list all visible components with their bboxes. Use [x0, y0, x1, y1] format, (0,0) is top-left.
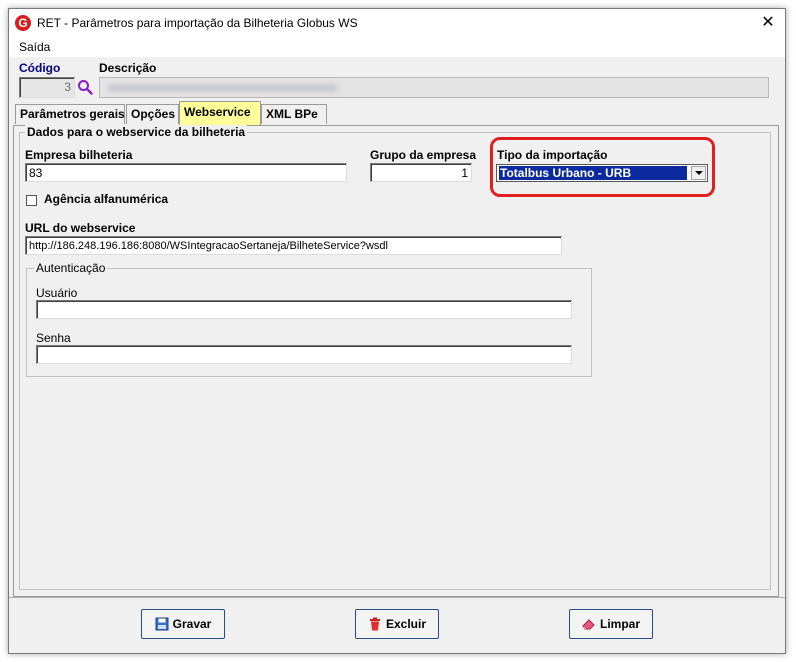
- codigo-label: Código: [19, 61, 61, 75]
- chevron-down-icon[interactable]: [691, 166, 706, 180]
- menu-item-saida[interactable]: Saída: [19, 40, 50, 54]
- auth-group-title: Autenticação: [34, 261, 108, 275]
- grupo-field[interactable]: 1: [370, 163, 472, 182]
- eraser-icon: [582, 619, 595, 630]
- excluir-label: Excluir: [385, 617, 427, 631]
- save-icon: [155, 617, 169, 631]
- url-label: URL do webservice: [25, 221, 136, 235]
- grupo-label: Grupo da empresa: [370, 148, 477, 162]
- codigo-field[interactable]: 3: [19, 77, 75, 98]
- app-logo-icon: G: [15, 15, 31, 31]
- gravar-button[interactable]: Gravar: [141, 609, 225, 639]
- search-icon[interactable]: [77, 79, 93, 95]
- usuario-label: Usuário: [36, 286, 78, 300]
- footer-divider: [9, 597, 785, 598]
- title-bar: G RET - Parâmetros para importação da Bi…: [9, 9, 785, 37]
- limpar-label: Limpar: [599, 617, 640, 631]
- limpar-button[interactable]: Limpar: [569, 609, 653, 639]
- close-button[interactable]: ✕: [751, 9, 785, 37]
- tab-parametros-gerais[interactable]: Parâmetros gerais: [15, 104, 125, 124]
- url-field[interactable]: http://186.248.196.186:8080/WSIntegracao…: [25, 236, 562, 255]
- tab-webservice[interactable]: Webservice: [179, 101, 261, 125]
- senha-label: Senha: [36, 331, 71, 345]
- empresa-label: Empresa bilheteria: [25, 148, 133, 162]
- excluir-button[interactable]: Excluir: [355, 609, 439, 639]
- gravar-label: Gravar: [172, 617, 212, 631]
- webservice-group-title: Dados para o webservice da bilheteria: [25, 125, 248, 139]
- empresa-field[interactable]: 83: [25, 163, 347, 182]
- agencia-label: Agência alfanumérica: [44, 192, 169, 206]
- redacted-text: [108, 84, 338, 92]
- tipo-label: Tipo da importação: [497, 148, 608, 162]
- dialog-window: G RET - Parâmetros para importação da Bi…: [8, 8, 786, 654]
- tipo-importacao-value: Totalbus Urbano - URB: [499, 166, 687, 180]
- window-title: RET - Parâmetros para importação da Bilh…: [37, 16, 358, 30]
- senha-field[interactable]: [36, 345, 572, 364]
- descricao-label: Descrição: [99, 61, 157, 75]
- tipo-importacao-select[interactable]: Totalbus Urbano - URB: [496, 164, 708, 182]
- usuario-field[interactable]: [36, 300, 572, 319]
- agencia-checkbox[interactable]: [26, 195, 37, 206]
- descricao-field[interactable]: [99, 77, 769, 98]
- tab-opcoes[interactable]: Opções: [126, 104, 179, 124]
- tab-xml-bpe[interactable]: XML BPe: [261, 104, 327, 124]
- trash-icon: [369, 617, 380, 631]
- menu-bar: Saída: [9, 37, 785, 57]
